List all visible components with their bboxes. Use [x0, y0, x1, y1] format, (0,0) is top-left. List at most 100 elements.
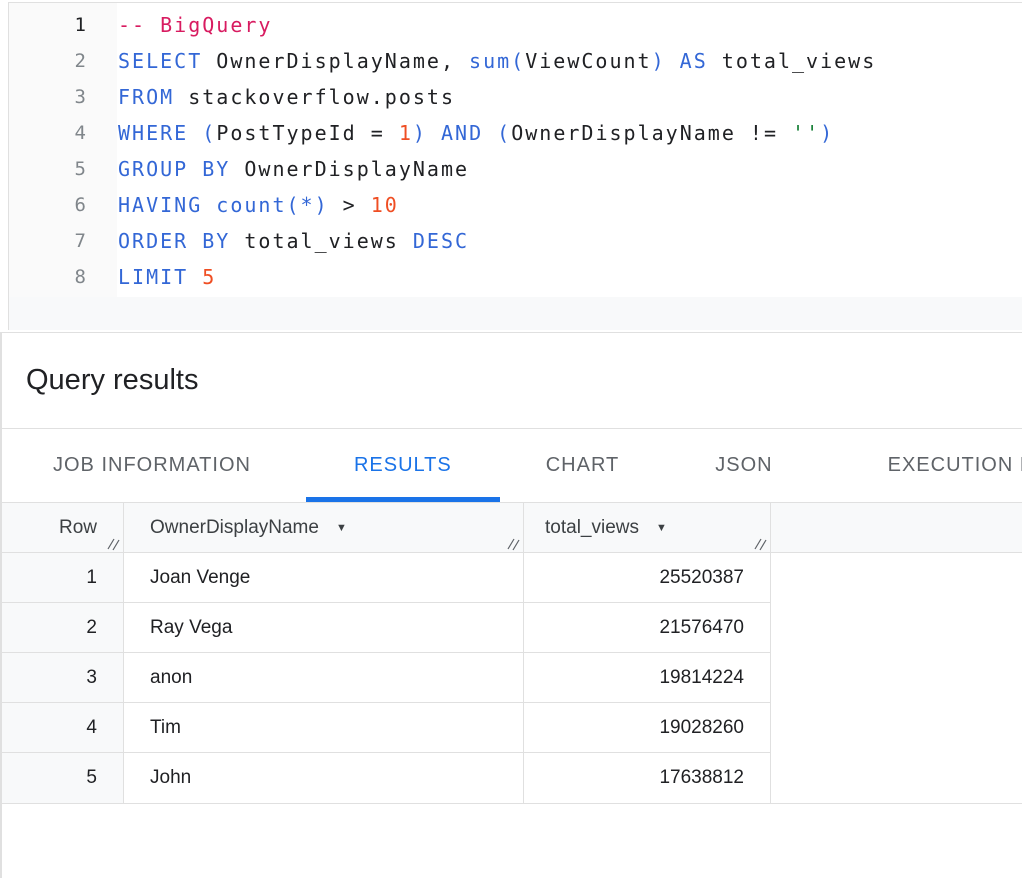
results-table-body: 1Joan Venge255203872Ray Vega215764703ano… [2, 553, 1022, 803]
column-header-label: total_views [545, 517, 639, 539]
table-cell: John [124, 753, 524, 803]
code-token-plain: OwnerDisplayName, [202, 49, 469, 73]
tab-json[interactable]: JSON [665, 429, 822, 502]
code-token-keyword: ORDER BY [118, 229, 230, 253]
code-text: -- BigQuery [86, 7, 272, 43]
code-token-string: '' [792, 121, 820, 145]
code-token-keyword: ) [820, 121, 834, 145]
column-header-total_views: total_views ▼ [524, 503, 771, 552]
column-header-Row: Row [2, 503, 124, 552]
code-text: GROUP BY OwnerDisplayName [86, 151, 469, 187]
table-cell: 19814224 [524, 653, 771, 702]
code-token-keyword: ) [652, 49, 666, 73]
table-row: 5John17638812 [2, 753, 771, 803]
table-cell: Ray Vega [124, 603, 524, 652]
code-token-keyword: ( [202, 121, 216, 145]
table-cell: Joan Venge [124, 553, 524, 602]
column-header-empty [771, 503, 1022, 552]
code-token-plain: OwnerDisplayName [230, 157, 469, 181]
table-cell: 5 [2, 753, 124, 803]
line-number: 6 [9, 187, 86, 223]
table-cell: 21576470 [524, 603, 771, 652]
table-cell: 1 [2, 553, 124, 602]
table-cell: 17638812 [524, 753, 771, 803]
code-token-keyword: SELECT [118, 49, 202, 73]
page-title: Query results [26, 364, 198, 397]
code-token-plain: total_views [708, 49, 877, 73]
code-token-plain: > [329, 193, 371, 217]
tab-results[interactable]: RESULTS [306, 429, 500, 502]
code-token-comment: -- BigQuery [118, 13, 272, 37]
code-token-plain [188, 265, 202, 289]
sql-editor[interactable]: 1-- BigQuery2SELECT OwnerDisplayName, su… [8, 2, 1022, 330]
table-cell: 19028260 [524, 703, 771, 752]
editor-empty-area [9, 297, 1022, 330]
code-token-plain [202, 193, 216, 217]
code-token-plain [666, 49, 680, 73]
table-cell: 4 [2, 703, 124, 752]
code-token-plain [188, 121, 202, 145]
code-line[interactable]: 8LIMIT 5 [9, 259, 1022, 295]
table-cell: anon [124, 653, 524, 702]
code-text: WHERE (PostTypeId = 1) AND (OwnerDisplay… [86, 115, 834, 151]
code-line[interactable]: 5GROUP BY OwnerDisplayName [9, 151, 1022, 187]
code-token-number: 5 [202, 265, 216, 289]
table-cell: 25520387 [524, 553, 771, 602]
code-token-keyword: FROM [118, 85, 174, 109]
code-token-plain: stackoverflow.posts [174, 85, 455, 109]
table-cell: 2 [2, 603, 124, 652]
query-results-header: Query results [2, 333, 1022, 429]
results-table-header: Row OwnerDisplayName ▼ total_views ▼ [2, 502, 1022, 553]
code-text: FROM stackoverflow.posts [86, 79, 455, 115]
code-token-plain: total_views [230, 229, 413, 253]
line-number: 1 [9, 7, 86, 43]
line-number: 7 [9, 223, 86, 259]
tab-execution-details[interactable]: EXECUTION DETAILS [843, 429, 1022, 502]
code-text: LIMIT 5 [86, 259, 216, 295]
code-token-keyword: ( [497, 121, 511, 145]
code-token-keyword: count(*) [216, 193, 328, 217]
code-token-keyword: AND [441, 121, 483, 145]
code-token-number: 10 [371, 193, 399, 217]
code-token-plain: OwnerDisplayName != [511, 121, 792, 145]
column-resize-handle-icon[interactable] [753, 535, 767, 549]
code-token-keyword: LIMIT [118, 265, 188, 289]
line-number: 5 [9, 151, 86, 187]
tab-job-information[interactable]: JOB INFORMATION [28, 429, 276, 502]
code-token-keyword: WHERE [118, 121, 188, 145]
tab-chart[interactable]: CHART [520, 429, 646, 502]
column-resize-handle-icon[interactable] [506, 535, 520, 549]
editor-lines: 1-- BigQuery2SELECT OwnerDisplayName, su… [9, 3, 1022, 295]
chevron-down-icon[interactable]: ▼ [656, 522, 667, 534]
code-line[interactable]: 2SELECT OwnerDisplayName, sum(ViewCount)… [9, 43, 1022, 79]
code-text: ORDER BY total_views DESC [86, 223, 469, 259]
line-number: 2 [9, 43, 86, 79]
code-line[interactable]: 6HAVING count(*) > 10 [9, 187, 1022, 223]
code-token-number: 1 [399, 121, 413, 145]
table-cell: Tim [124, 703, 524, 752]
query-results-panel: Query results JOB INFORMATION RESULTS CHAR… [0, 332, 1022, 878]
table-row: 2Ray Vega21576470 [2, 603, 771, 653]
code-line[interactable]: 1 -- BigQuery [9, 7, 1022, 43]
table-row: 1Joan Venge25520387 [2, 553, 771, 603]
table-row: 4Tim19028260 [2, 703, 771, 753]
code-line[interactable]: 7ORDER BY total_views DESC [9, 223, 1022, 259]
code-text: HAVING count(*) > 10 [86, 187, 399, 223]
code-token-plain [427, 121, 441, 145]
code-line[interactable]: 3FROM stackoverflow.posts [9, 79, 1022, 115]
column-header-OwnerDisplayName: OwnerDisplayName ▼ [124, 503, 524, 552]
code-token-keyword: GROUP BY [118, 157, 230, 181]
results-table-bottom-border [2, 803, 1022, 804]
code-token-keyword: AS [680, 49, 708, 73]
code-line[interactable]: 4WHERE (PostTypeId = 1) AND (OwnerDispla… [9, 115, 1022, 151]
chevron-down-icon[interactable]: ▼ [336, 522, 347, 534]
column-header-label: OwnerDisplayName [150, 517, 319, 539]
code-token-keyword: HAVING [118, 193, 202, 217]
column-resize-handle-icon[interactable] [106, 535, 120, 549]
code-token-keyword: DESC [413, 229, 469, 253]
code-token-plain: ViewCount [525, 49, 651, 73]
line-number: 3 [9, 79, 86, 115]
results-tabbar: JOB INFORMATION RESULTS CHART JSON EXECUTION… [2, 429, 1022, 502]
code-token-keyword: ) [413, 121, 427, 145]
code-token-plain [483, 121, 497, 145]
